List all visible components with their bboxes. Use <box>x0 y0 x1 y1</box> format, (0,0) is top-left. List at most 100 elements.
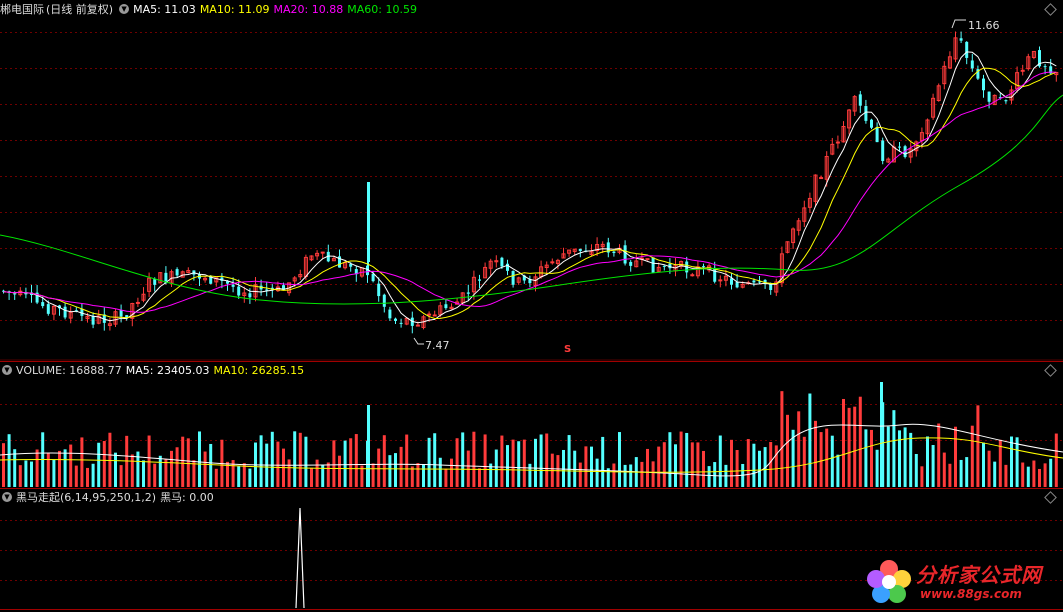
volume-bar <box>130 454 134 487</box>
volume-bar <box>802 436 806 487</box>
volume-bar <box>270 431 274 487</box>
volume-bar <box>847 407 851 487</box>
volume-bar <box>584 446 588 487</box>
volume-bar <box>97 442 101 487</box>
candle-body <box>987 91 991 102</box>
volume-bar <box>119 465 123 487</box>
candle-body <box>119 310 123 317</box>
volume-bar <box>343 440 347 487</box>
volume-bar <box>1015 437 1019 487</box>
volume-bar <box>819 432 823 487</box>
chart-canvas[interactable] <box>0 0 1063 612</box>
volume-bar <box>976 405 980 487</box>
volume-bar <box>287 459 291 487</box>
volume-bar <box>388 455 392 487</box>
volume-bar <box>153 463 157 487</box>
volume-bar <box>164 459 168 487</box>
volume-bar <box>108 432 112 487</box>
candle-body <box>730 278 733 285</box>
volume-bar <box>349 438 353 487</box>
volume-bar <box>948 463 952 487</box>
volume-bar <box>696 442 700 487</box>
volume-bar <box>248 468 252 487</box>
candle-body <box>735 281 739 288</box>
volume-bar <box>954 426 957 487</box>
volume-bar <box>1049 458 1053 487</box>
volume-bar <box>808 393 812 487</box>
volume-bar <box>562 449 565 487</box>
candle-body <box>349 264 353 267</box>
volume-bar <box>259 435 263 487</box>
volume-bar <box>13 449 17 487</box>
volume-bar <box>298 432 302 487</box>
volume-bar <box>517 441 521 487</box>
volume-bar <box>1032 460 1036 487</box>
candle-body <box>399 322 403 324</box>
watermark-url: www.88gs.com <box>920 587 1022 601</box>
candle-body <box>265 289 269 291</box>
watermark: 分析家公式网 www.88gs.com <box>862 555 1062 610</box>
volume-bar <box>864 429 868 487</box>
volume-bar <box>993 461 997 487</box>
flower-logo-icon <box>867 560 911 603</box>
volume-bar <box>573 450 577 487</box>
low-marker <box>413 337 424 345</box>
candle-body <box>377 283 381 297</box>
volume-bar <box>886 426 890 487</box>
candle-body <box>320 251 325 254</box>
volume-bar <box>332 440 336 487</box>
candle-body <box>1043 66 1047 68</box>
candle-body <box>175 269 179 276</box>
volume-bar <box>30 461 33 487</box>
volume-bar <box>780 391 784 487</box>
volume-bar <box>63 449 67 487</box>
candle-body <box>550 261 555 264</box>
candle-body <box>819 177 824 180</box>
volume-bar <box>237 466 241 487</box>
volume-bar <box>545 433 549 487</box>
candle-body <box>718 279 723 282</box>
volume-bar <box>147 435 151 487</box>
volume-bar <box>102 441 106 487</box>
candle-body <box>415 324 420 327</box>
candle-body <box>881 140 885 162</box>
candle-body <box>965 41 969 58</box>
volume-bar <box>438 457 442 487</box>
candle-body <box>629 261 633 266</box>
volume-bar <box>69 444 73 487</box>
volume-bar <box>758 450 761 487</box>
volume-bar <box>640 461 644 487</box>
volume-bar <box>186 438 190 487</box>
volume-bar <box>209 443 213 487</box>
volume-bar <box>942 452 946 487</box>
volume-bar <box>455 438 459 487</box>
volume-bar <box>657 446 661 487</box>
candle-body <box>612 251 616 254</box>
candle-body <box>46 304 50 314</box>
volume-bar <box>965 457 969 487</box>
volume-bar <box>842 398 845 487</box>
volume-bar <box>1004 464 1008 487</box>
candle-body <box>1004 100 1008 102</box>
volume-bar <box>774 445 778 487</box>
volume-bar <box>786 414 789 487</box>
volume-bar <box>450 458 453 487</box>
volume-bar <box>674 444 677 487</box>
volume-bar <box>909 432 913 487</box>
candle-body <box>898 146 901 148</box>
volume-bar <box>937 423 941 487</box>
volume-bar <box>623 464 627 487</box>
volume-bar <box>987 450 991 487</box>
volume-bar <box>511 439 515 487</box>
candle-body <box>371 273 375 282</box>
candle-body <box>511 271 515 285</box>
volume-bar <box>898 430 901 487</box>
volume-bar <box>506 445 509 487</box>
volume-bar <box>903 427 907 487</box>
volume-bar <box>181 436 185 487</box>
volume-bar <box>170 450 173 487</box>
volume-bar <box>158 455 162 487</box>
volume-bar <box>416 463 420 487</box>
volume-bar <box>461 432 465 487</box>
volume-bar <box>679 431 683 487</box>
